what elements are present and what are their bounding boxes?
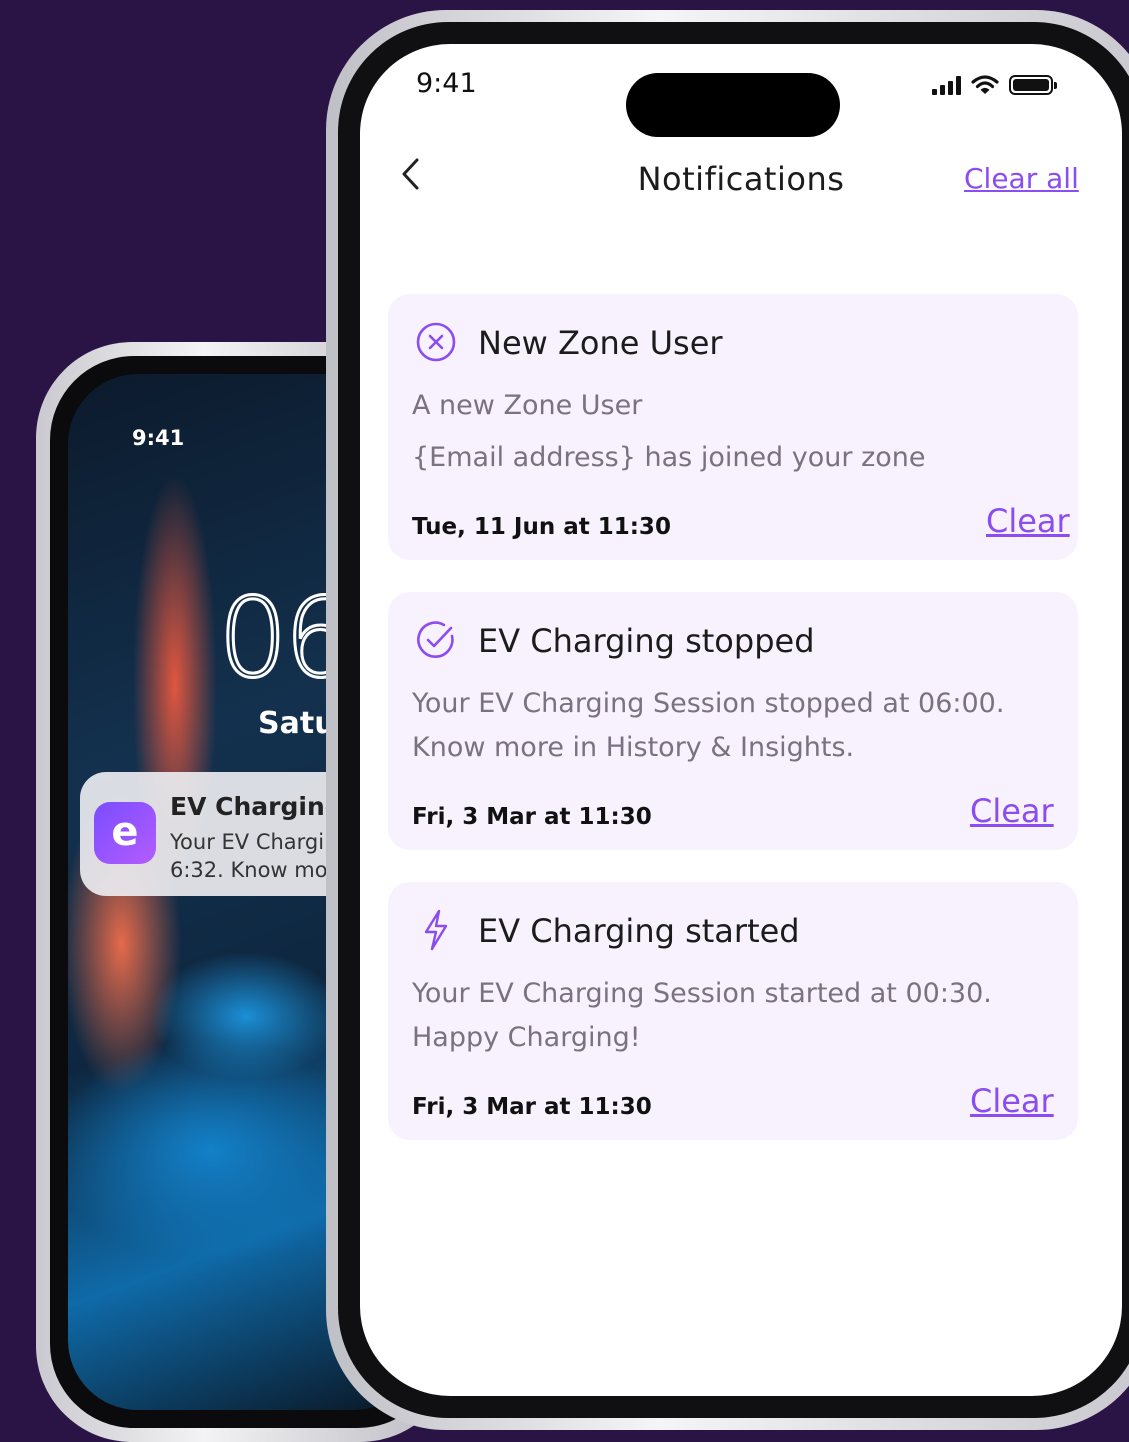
circle-check-icon bbox=[417, 621, 454, 658]
wifi-icon bbox=[971, 75, 999, 94]
lock-notification-line-1: Your EV Chargi bbox=[170, 830, 325, 854]
cellular-signal-icon bbox=[932, 75, 961, 95]
notification-date: Fri, 3 Mar at 11:30 bbox=[412, 804, 652, 830]
lock-notification-title: EV Charging bbox=[170, 792, 343, 821]
status-icons bbox=[932, 74, 1057, 96]
notification-body-line-2: Happy Charging! bbox=[412, 1022, 641, 1053]
notification-title: EV Charging started bbox=[478, 912, 800, 950]
notification-date: Fri, 3 Mar at 11:30 bbox=[412, 1094, 652, 1120]
clear-notification-button[interactable]: Clear bbox=[970, 1082, 1054, 1120]
notification-date: Tue, 11 Jun at 11:30 bbox=[412, 514, 671, 540]
app-logo-icon: e bbox=[94, 802, 156, 864]
clear-notification-button[interactable]: Clear bbox=[970, 792, 1054, 830]
lock-screen-status-time: 9:41 bbox=[132, 426, 185, 450]
notification-title: New Zone User bbox=[478, 324, 723, 362]
notification-title: EV Charging stopped bbox=[478, 622, 815, 660]
notification-body-line-2: Know more in History & Insights. bbox=[412, 732, 855, 763]
notification-body-line-1: Your EV Charging Session started at 00:3… bbox=[412, 978, 992, 1009]
notification-card: EV Charging started Your EV Charging Ses… bbox=[388, 882, 1078, 1140]
battery-icon bbox=[1009, 75, 1057, 95]
notification-body-line-2: {Email address} has joined your zone bbox=[412, 442, 926, 473]
front-phone-bezel: 9:41 Notifications Clear all New Zone Us… bbox=[338, 22, 1129, 1418]
notification-body-line-1: Your EV Charging Session stopped at 06:0… bbox=[412, 688, 1005, 719]
clear-all-button[interactable]: Clear all bbox=[964, 162, 1079, 195]
dynamic-island bbox=[626, 73, 840, 137]
notification-body-line-1: A new Zone User bbox=[412, 390, 643, 421]
notification-card: EV Charging stopped Your EV Charging Ses… bbox=[388, 592, 1078, 850]
status-time: 9:41 bbox=[416, 68, 477, 99]
front-phone: 9:41 Notifications Clear all New Zone Us… bbox=[326, 10, 1129, 1430]
lightning-icon bbox=[424, 909, 448, 951]
notification-card: New Zone User A new Zone User {Email add… bbox=[388, 294, 1078, 560]
clear-notification-button[interactable]: Clear bbox=[986, 502, 1070, 540]
circle-x-icon bbox=[416, 322, 456, 362]
notifications-screen: 9:41 Notifications Clear all New Zone Us… bbox=[360, 44, 1122, 1396]
lock-notification-line-2: 6:32. Know mo bbox=[170, 858, 328, 882]
